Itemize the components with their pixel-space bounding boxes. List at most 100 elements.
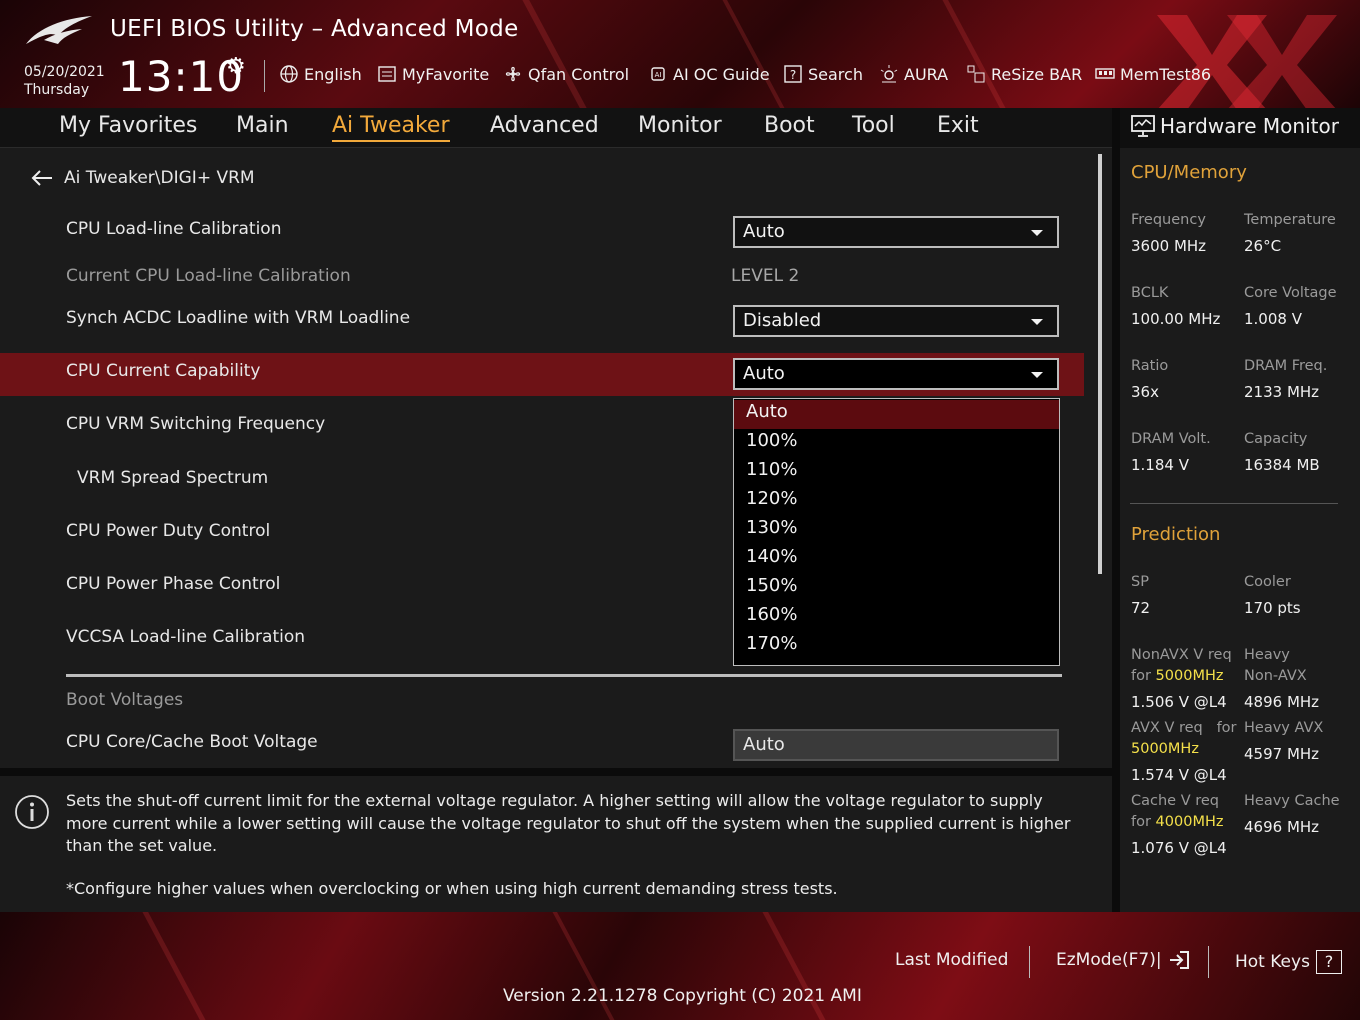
favorite-list-icon: [378, 66, 396, 82]
heavy-nonavx-label-line1: Heavy: [1244, 647, 1290, 663]
header-divider: [264, 60, 265, 92]
cpu-core-cache-boot-voltage-label: CPU Core/Cache Boot Voltage: [66, 732, 318, 752]
temperature-label: Temperature: [1244, 212, 1336, 228]
search-label: Search: [808, 64, 863, 84]
dropdown-option-150[interactable]: 150%: [734, 574, 1059, 603]
hot-keys-label: Hot Keys: [1235, 952, 1310, 972]
dram-freq-value: 2133 MHz: [1244, 383, 1320, 401]
cpu-current-capability-value: Auto: [743, 363, 785, 384]
tab-ai-tweaker[interactable]: Ai Tweaker: [332, 113, 450, 142]
heavy-nonavx-label: Heavy Non-AVX: [1244, 645, 1307, 687]
dropdown-option-130[interactable]: 130%: [734, 516, 1059, 545]
dropdown-option-100[interactable]: 100%: [734, 429, 1059, 458]
cpu-current-capability-select[interactable]: Auto: [733, 358, 1059, 390]
svg-text:AI: AI: [655, 71, 662, 79]
cpu-core-cache-boot-voltage-value: Auto: [743, 734, 785, 755]
memtest-label: MemTest86: [1120, 64, 1212, 84]
synch-acdc-select[interactable]: Disabled: [733, 305, 1059, 337]
version-text: Version 2.21.1278 Copyright (C) 2021 AMI: [503, 986, 862, 1006]
current-cpu-llc-label: Current CPU Load-line Calibration: [66, 266, 351, 286]
qfan-control-label: Qfan Control: [528, 64, 630, 84]
aura-button[interactable]: AURA: [879, 64, 948, 84]
header-bar: UEFI BIOS Utility – Advanced Mode 05/20/…: [0, 0, 1360, 108]
cache-req-label: Cache V req for 4000MHz: [1131, 791, 1223, 833]
search-button[interactable]: ? Search: [783, 64, 863, 84]
fan-icon: [505, 66, 521, 82]
hw-monitor-divider: [1130, 503, 1338, 504]
gear-icon[interactable]: ⚙: [226, 54, 246, 79]
help-key-icon: ?: [1315, 950, 1342, 974]
sp-label: SP: [1131, 574, 1149, 590]
dropdown-option-auto[interactable]: Auto: [734, 400, 1059, 429]
tab-monitor[interactable]: Monitor: [638, 113, 722, 138]
hardware-monitor-title: Hardware Monitor: [1160, 114, 1339, 138]
back-arrow-icon[interactable]: [30, 169, 54, 187]
cache-req-label-line1: Cache V req: [1131, 793, 1219, 809]
xx-watermark-logo: [1157, 15, 1337, 108]
dropdown-option-120[interactable]: 120%: [734, 487, 1059, 516]
dropdown-option-160[interactable]: 160%: [734, 603, 1059, 632]
bclk-value: 100.00 MHz: [1131, 310, 1221, 328]
cpu-current-capability-label: CPU Current Capability: [66, 361, 261, 381]
tab-my-favorites[interactable]: My Favorites: [59, 113, 197, 138]
synch-acdc-value: Disabled: [743, 310, 822, 331]
myfavorite-label: MyFavorite: [402, 64, 490, 84]
nonavx-req-label-line2: for 5000MHz: [1131, 666, 1232, 687]
ezmode-label: EzMode(F7)|: [1056, 950, 1162, 970]
ezmode-button[interactable]: EzMode(F7)|: [1056, 950, 1190, 970]
qfan-control-button[interactable]: Qfan Control: [503, 64, 629, 84]
myfavorite-button[interactable]: MyFavorite: [377, 64, 489, 84]
cpu-power-duty-control-label[interactable]: CPU Power Duty Control: [66, 521, 270, 541]
last-modified-button[interactable]: Last Modified: [895, 950, 1008, 970]
hot-keys-button[interactable]: Hot Keys ?: [1235, 950, 1342, 974]
avx-req-value: 1.574 V @L4: [1131, 766, 1227, 784]
breadcrumb-path: Ai Tweaker\DIGI+ VRM: [64, 168, 255, 188]
avx-req-for: for: [1216, 720, 1237, 736]
ai-chip-icon: AI: [651, 67, 665, 81]
current-cpu-llc-value: LEVEL 2: [731, 266, 800, 286]
cpu-llc-select[interactable]: Auto: [733, 216, 1059, 248]
dram-volt-value: 1.184 V: [1131, 456, 1189, 474]
nonavx-req-label: NonAVX V req for 5000MHz: [1131, 645, 1232, 687]
cooler-label: Cooler: [1244, 574, 1291, 590]
vccsa-llc-label[interactable]: VCCSA Load-line Calibration: [66, 627, 305, 647]
scrollbar[interactable]: [1098, 154, 1102, 574]
dropdown-option-170[interactable]: 170%: [734, 632, 1059, 661]
tab-main[interactable]: Main: [236, 113, 289, 138]
chevron-down-icon: [1031, 230, 1043, 236]
nonavx-req-value: 1.506 V @L4: [1131, 693, 1227, 711]
resize-bar-label: ReSize BAR: [991, 64, 1083, 84]
prediction-heading: Prediction: [1131, 524, 1221, 545]
language-button[interactable]: English: [279, 64, 362, 84]
vrm-spread-spectrum-label[interactable]: VRM Spread Spectrum: [77, 468, 268, 488]
ratio-value: 36x: [1131, 383, 1159, 401]
cpu-core-cache-boot-voltage-input[interactable]: Auto: [733, 729, 1059, 761]
cache-req-freq: 4000MHz: [1155, 814, 1224, 830]
footer-divider: [1208, 946, 1209, 978]
cpu-current-capability-dropdown: Auto 100% 110% 120% 130% 140% 150% 160% …: [733, 398, 1060, 666]
avx-req-label: AVX V req for 5000MHz: [1131, 718, 1237, 760]
aura-light-icon: [880, 65, 898, 83]
tab-exit[interactable]: Exit: [937, 113, 979, 138]
day-display: Thursday: [24, 82, 90, 98]
avx-req-label-text: AVX V req: [1131, 720, 1203, 736]
ai-oc-guide-button[interactable]: AI AI OC Guide: [648, 64, 770, 84]
dropdown-option-140[interactable]: 140%: [734, 545, 1059, 574]
cpu-vrm-switching-frequency-label[interactable]: CPU VRM Switching Frequency: [66, 414, 325, 434]
exit-arrow-icon: [1169, 951, 1189, 969]
resize-bar-button[interactable]: ReSize BAR: [966, 64, 1082, 84]
tab-tool[interactable]: Tool: [852, 113, 895, 138]
capacity-value: 16384 MB: [1244, 456, 1320, 474]
heavy-nonavx-label-line2: Non-AVX: [1244, 668, 1307, 684]
cache-req-value: 1.076 V @L4: [1131, 839, 1227, 857]
tab-boot[interactable]: Boot: [764, 113, 815, 138]
memtest-button[interactable]: MemTest86: [1095, 64, 1211, 84]
cpu-power-phase-control-label[interactable]: CPU Power Phase Control: [66, 574, 280, 594]
avx-req-freq: 5000MHz: [1131, 741, 1199, 757]
dropdown-option-110[interactable]: 110%: [734, 458, 1059, 487]
footer-bar: Last Modified EzMode(F7)| Hot Keys ? Ver…: [0, 912, 1360, 1020]
heavy-avx-label: Heavy AVX: [1244, 720, 1324, 736]
frequency-value: 3600 MHz: [1131, 237, 1207, 255]
tab-advanced[interactable]: Advanced: [490, 113, 599, 138]
aura-label: AURA: [904, 64, 949, 84]
